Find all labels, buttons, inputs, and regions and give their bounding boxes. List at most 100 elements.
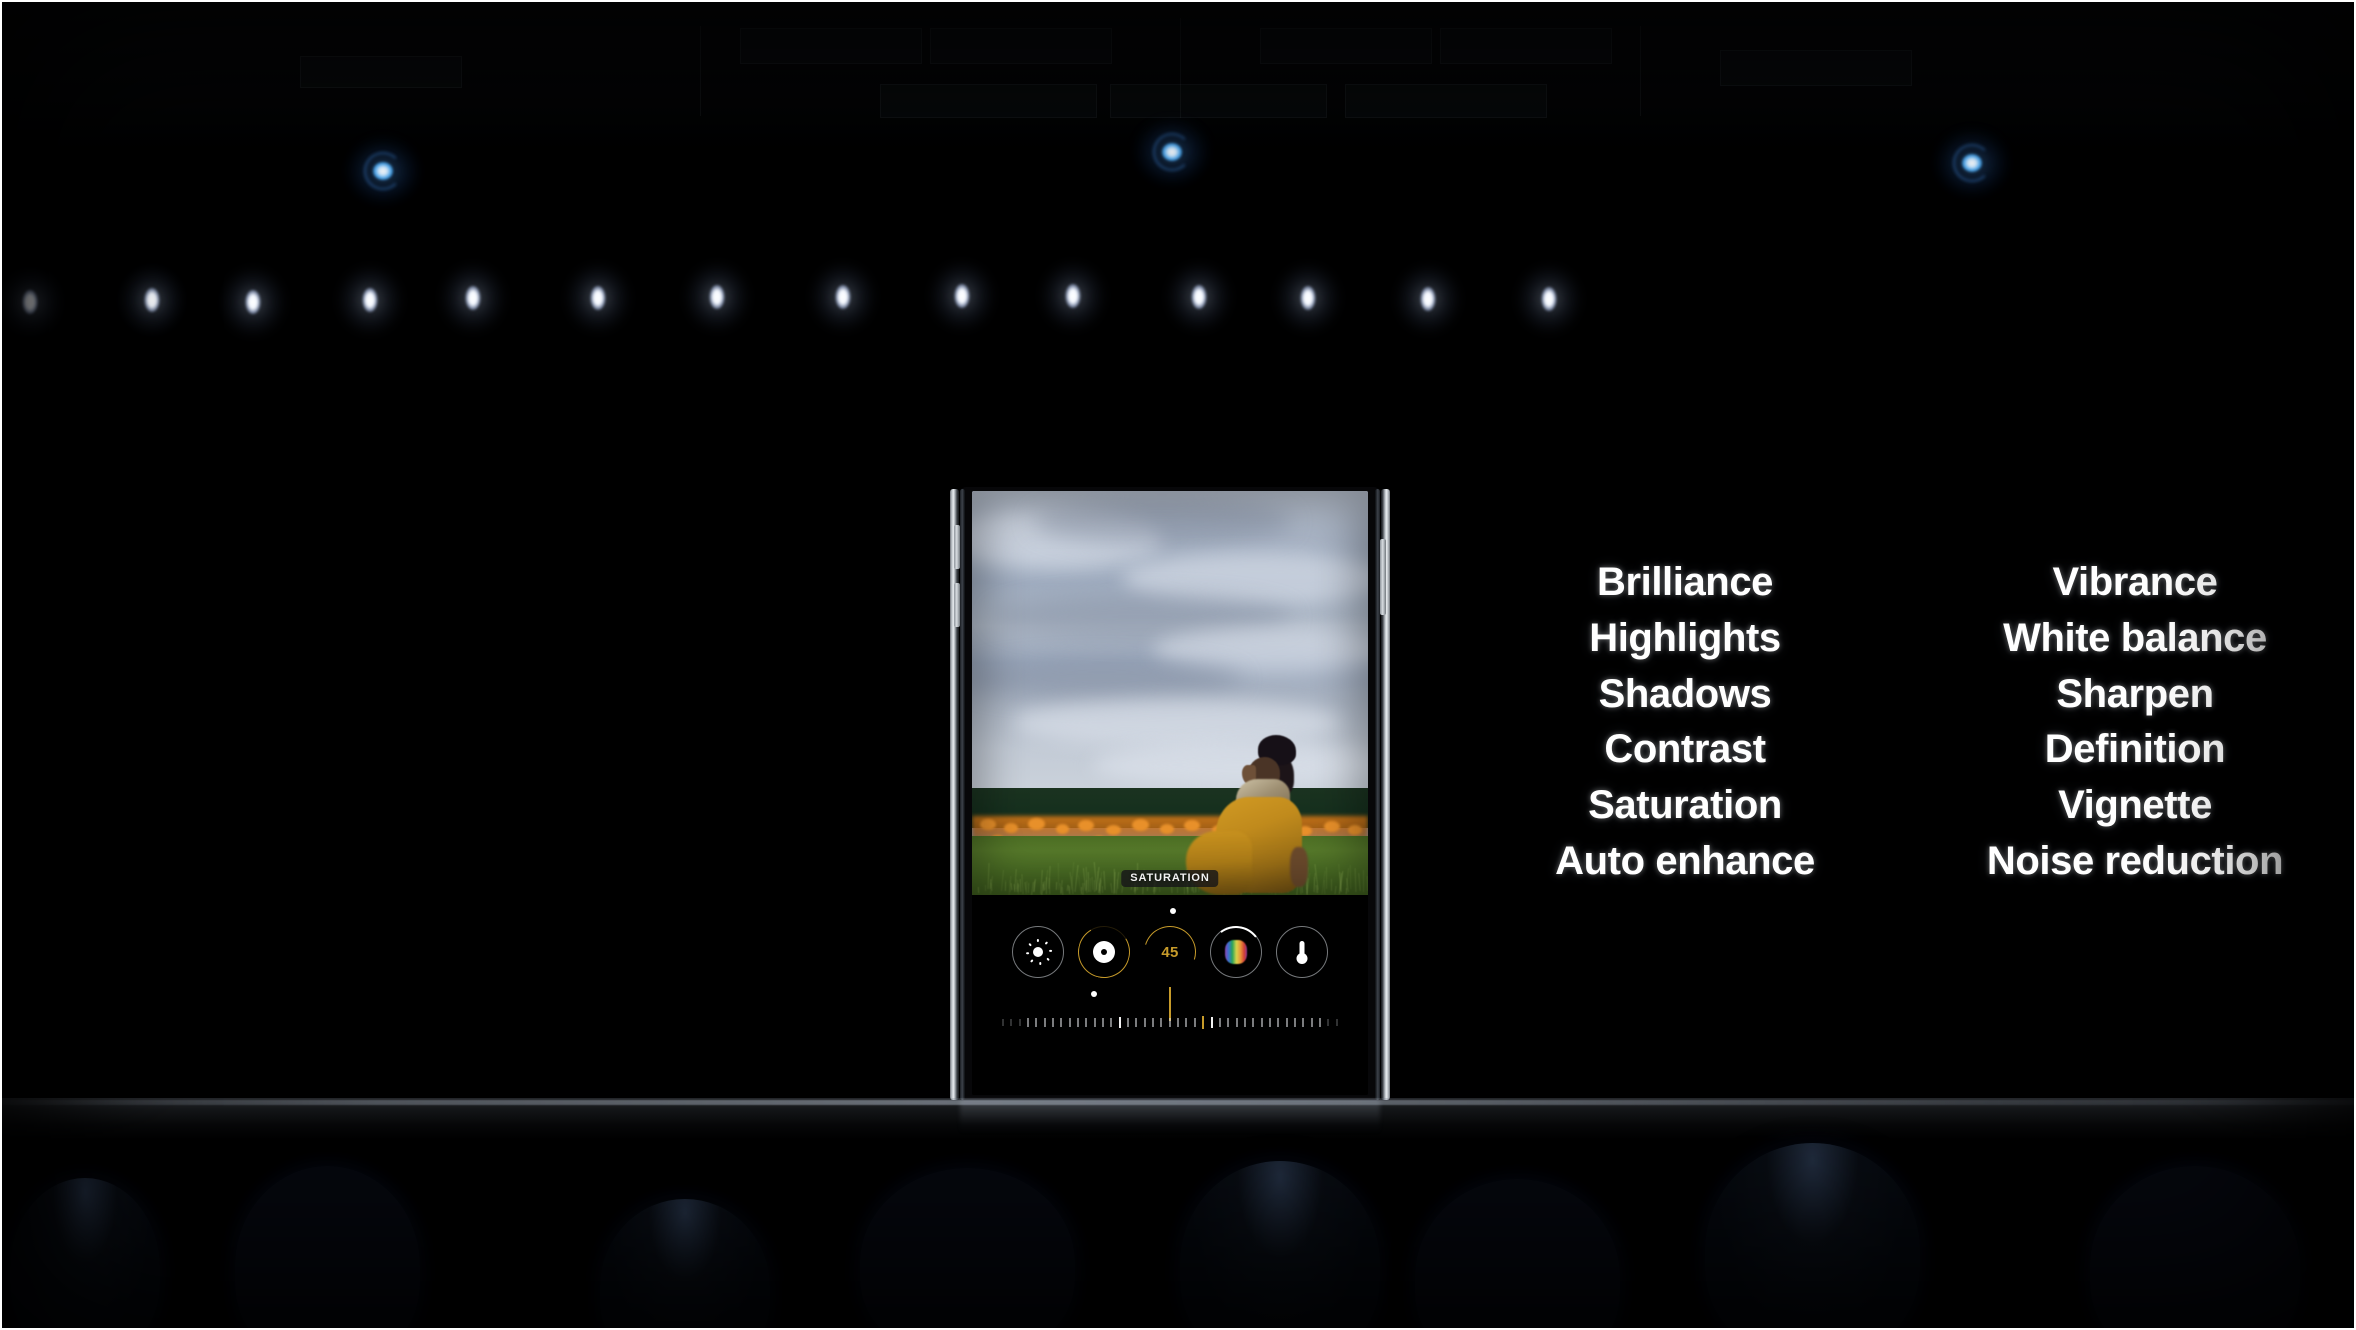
color-control[interactable]: [1210, 926, 1262, 978]
phone-left-rail-inner: [960, 489, 965, 1100]
audience-head: [235, 1166, 420, 1330]
stage-light: [563, 263, 633, 333]
feature-item: White balance: [2003, 616, 2267, 661]
feature-item: Noise reduction: [1987, 839, 2283, 884]
stage-light: [0, 267, 65, 337]
stage-light: [218, 267, 288, 337]
volume-down-button[interactable]: [954, 583, 960, 627]
phone-screen[interactable]: SATURATION 45: [972, 491, 1368, 1095]
feature-item: Saturation: [1588, 783, 1782, 828]
slider-tick: [1069, 1018, 1071, 1027]
feature-item: Vignette: [2058, 783, 2212, 828]
power-button[interactable]: [1380, 539, 1386, 615]
stage-light: [438, 263, 508, 333]
stage-light: [1164, 262, 1234, 332]
grass-blade: [1102, 886, 1104, 893]
stage-light: [1273, 263, 1343, 333]
slider-tick: [1010, 1019, 1012, 1026]
slider-tick: [1277, 1018, 1279, 1027]
phone-device: SATURATION 45: [950, 487, 1390, 1102]
phone-left-rail: [950, 489, 959, 1100]
slider-tick: [1085, 1018, 1087, 1027]
grass-blade: [1081, 887, 1082, 894]
audience-head: [1415, 1179, 1620, 1330]
slider-tick: [1135, 1018, 1137, 1027]
volume-up-button[interactable]: [954, 525, 960, 569]
exposure-control[interactable]: [1078, 926, 1130, 978]
stage-light: [927, 261, 997, 331]
audience-head: [860, 1168, 1075, 1330]
slider-tick: [1185, 1018, 1187, 1027]
feature-list: Brilliance Highlights Shadows Contrast S…: [1490, 560, 2330, 884]
venue-ceiling: [0, 0, 2356, 170]
slider-tick: [1060, 1018, 1062, 1027]
color-spectrum-icon: [1225, 940, 1247, 964]
slider-tick: [1236, 1018, 1238, 1027]
grass-blade: [1367, 876, 1368, 892]
saturation-slider[interactable]: [1002, 1015, 1338, 1029]
stage-light: [682, 262, 752, 332]
feature-item: Definition: [2045, 727, 2225, 772]
saturation-control[interactable]: 45: [1144, 926, 1196, 978]
slider-tick: [1336, 1019, 1338, 1026]
thermometer-icon: [1294, 939, 1310, 965]
audience-head: [1705, 1143, 1920, 1330]
slider-tick: [1169, 1018, 1171, 1027]
stage-light: [335, 265, 405, 335]
slider-tick: [1127, 1018, 1129, 1027]
grass-blade: [1354, 868, 1356, 892]
feature-item: Contrast: [1604, 727, 1765, 772]
grass-blade: [1061, 887, 1063, 895]
exposure-value-dot: [1091, 991, 1097, 997]
grass-blade: [1326, 867, 1328, 889]
adjustment-label: SATURATION: [1121, 870, 1218, 887]
slider-tick: [1002, 1019, 1004, 1026]
slider-tick: [1027, 1018, 1029, 1027]
presentation-screenshot: Brilliance Highlights Shadows Contrast S…: [0, 0, 2356, 1330]
slider-tick: [1211, 1017, 1213, 1028]
slider-tick: [1194, 1018, 1196, 1027]
edit-controls-panel[interactable]: 45: [972, 895, 1368, 1095]
slider-tick: [1219, 1018, 1221, 1027]
stage-light: [808, 262, 878, 332]
feature-item: Highlights: [1589, 616, 1781, 661]
audience-head: [10, 1178, 160, 1330]
slider-tick: [1327, 1019, 1329, 1026]
slider-tick: [1019, 1019, 1021, 1026]
stage-light: [1393, 264, 1463, 334]
feature-column-right: Vibrance White balance Sharpen Definitio…: [1940, 560, 2330, 884]
slider-tick: [1077, 1018, 1079, 1027]
grass-blade: [1057, 863, 1059, 890]
slider-tick: [1319, 1018, 1321, 1027]
audience-head: [1180, 1161, 1380, 1330]
slider-tick: [1252, 1018, 1254, 1027]
warmth-control[interactable]: [1276, 926, 1328, 978]
photo-preview[interactable]: SATURATION: [972, 491, 1368, 895]
stage-light: [1038, 261, 1108, 331]
slider-tick: [1052, 1018, 1054, 1027]
adjustment-control-row[interactable]: 45: [972, 921, 1368, 983]
slider-tick: [1094, 1018, 1096, 1027]
phone-floor-reflection: [960, 1100, 1380, 1134]
grass-blade: [984, 885, 985, 891]
stage-light: [117, 265, 187, 335]
slider-tick: [1144, 1018, 1146, 1027]
slider-tick: [1244, 1018, 1246, 1027]
feature-item: Shadows: [1599, 672, 1772, 717]
slider-tick: [1202, 1016, 1205, 1029]
slider-tick: [1177, 1018, 1179, 1027]
feature-item: Brilliance: [1597, 560, 1773, 605]
grass-blade: [1005, 882, 1007, 891]
sun-icon: [1025, 939, 1051, 965]
slider-tick: [1160, 1018, 1162, 1027]
slider-tick: [1227, 1018, 1229, 1027]
slider-tick: [1119, 1017, 1121, 1028]
slider-tick: [1269, 1018, 1271, 1027]
feature-column-left: Brilliance Highlights Shadows Contrast S…: [1490, 560, 1880, 884]
slider-tick: [1311, 1018, 1313, 1027]
stage-light: [1514, 264, 1584, 334]
slider-tick: [1294, 1018, 1296, 1027]
brilliance-control[interactable]: [1012, 926, 1064, 978]
slider-tick: [1302, 1018, 1304, 1027]
slider-tick: [1152, 1018, 1154, 1027]
